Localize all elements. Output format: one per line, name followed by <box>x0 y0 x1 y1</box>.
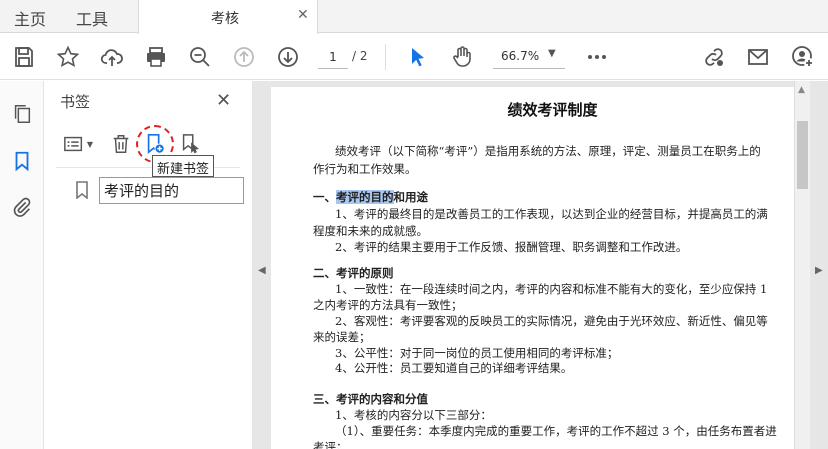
scroll-thumb[interactable] <box>797 121 808 189</box>
page-number-input[interactable] <box>318 45 348 69</box>
chevron-down-icon: ▼ <box>548 48 556 59</box>
doc-line: 2、客观性：考评要客观的反映员工的实际情况，避免由于光环效应、新近性、偏见等 <box>335 314 768 328</box>
doc-heading: 一、考评的目的和用途 <box>313 189 428 205</box>
doc-line: 2、考评的结果主要用于工作反馈、报酬管理、职务调整和工作改进。 <box>335 240 688 254</box>
doc-line: 作行为和工作效果。 <box>313 162 417 176</box>
doc-line: 考评； <box>313 440 348 449</box>
next-page-icon[interactable] <box>274 43 302 71</box>
selected-text: 考评的目的 <box>336 190 394 204</box>
doc-line: 1、考评的最终目的是改善员工的工作表现，以达到企业的经营目标，并提高员工的满 <box>335 207 768 221</box>
doc-line: 4、公开性：员工要知道自己的详细考评结果。 <box>335 361 573 375</box>
panel-title: 书签 <box>60 93 91 111</box>
print-icon[interactable] <box>142 43 170 71</box>
close-icon[interactable]: ✕ <box>216 90 231 111</box>
doc-line: 程度和未来的成就感。 <box>313 224 428 238</box>
new-bookmark-tooltip: 新建书签 <box>152 155 215 177</box>
select-cursor-icon[interactable] <box>404 43 432 71</box>
attachment-icon[interactable] <box>9 194 35 220</box>
zoom-select[interactable]: 66.7% ▼ <box>493 45 565 69</box>
bookmark-item-icon <box>74 181 90 203</box>
toolbar-divider <box>385 44 386 70</box>
document-viewer: ◀ 绩效考评制度 绩效考评（以下简称“考评”）是指用系统的方法、原理，评定、测量… <box>253 81 828 449</box>
doc-line: 来的误差； <box>313 330 371 344</box>
mail-icon[interactable] <box>744 43 772 71</box>
pages-icon[interactable] <box>9 101 35 127</box>
doc-line: 之内考评的方法具有一致性； <box>313 298 463 312</box>
main-toolbar: / 2 66.7% ▼ <box>0 34 828 80</box>
chevron-down-icon: ▼ <box>86 139 94 149</box>
collapse-right-icon[interactable]: ▶ <box>815 265 823 276</box>
bookmark-icon[interactable] <box>9 148 35 174</box>
page-total: / 2 <box>352 49 368 63</box>
zoom-value: 66.7% <box>501 49 540 63</box>
options-menu-button[interactable]: ▼ <box>58 131 98 157</box>
bookmark-item[interactable] <box>44 175 253 205</box>
doc-heading-prefix: 一、 <box>313 190 336 204</box>
document-page: 绩效考评制度 绩效考评（以下简称“考评”）是指用系统的方法、原理，评定、测量员工… <box>271 87 794 449</box>
document-title: 绩效考评制度 <box>507 101 598 119</box>
hand-icon[interactable] <box>448 43 476 71</box>
add-user-icon[interactable] <box>789 43 817 71</box>
doc-line: （1）、重要任务：本季度内完成的重要工作，考评的工作不超过 3 个，由任务布置者… <box>335 424 777 438</box>
tab-bar: 主页 工具 考核 ✕ <box>0 0 828 34</box>
scroll-up-icon[interactable]: ▲ <box>798 85 805 95</box>
tab-document[interactable]: 考核 ✕ <box>138 0 318 34</box>
doc-heading: 二、考评的原则 <box>313 266 394 280</box>
navigation-rail <box>0 81 44 449</box>
bookmarks-panel: 书签 ✕ ▼ 新建书签 <box>44 81 253 449</box>
doc-line: 绩效考评（以下简称“考评”）是指用系统的方法、原理，评定、测量员工在职务上的 <box>335 144 761 158</box>
collapse-left-icon[interactable]: ◀ <box>258 265 266 276</box>
tab-tools[interactable]: 工具 <box>76 6 108 30</box>
doc-line: 3、公平性：对于同一岗位的员工使用相同的考评标准； <box>335 346 619 360</box>
bookmark-name-input[interactable] <box>99 177 244 204</box>
more-icon[interactable] <box>583 43 611 71</box>
upload-icon[interactable] <box>98 43 126 71</box>
vertical-scrollbar[interactable]: ▲ <box>794 81 810 449</box>
doc-heading-rest: 和用途 <box>393 190 429 204</box>
prev-page-icon[interactable] <box>230 43 258 71</box>
doc-heading: 三、考评的内容和分值 <box>313 392 428 406</box>
link-icon[interactable] <box>700 43 728 71</box>
doc-line: 1、考核的内容分以下三部分： <box>335 408 492 422</box>
zoom-out-icon[interactable] <box>186 43 214 71</box>
tab-home[interactable]: 主页 <box>14 6 46 30</box>
delete-icon[interactable] <box>110 131 132 157</box>
star-icon[interactable] <box>54 43 82 71</box>
tab-document-label: 考核 <box>211 11 239 27</box>
close-tab-icon[interactable]: ✕ <box>297 7 309 23</box>
save-icon[interactable] <box>10 43 38 71</box>
doc-line: 1、一致性：在一段连续时间之内，考评的内容和标准不能有大的变化，至少应保持 1 <box>335 282 768 296</box>
bookmark-from-selection-icon[interactable] <box>178 131 202 157</box>
